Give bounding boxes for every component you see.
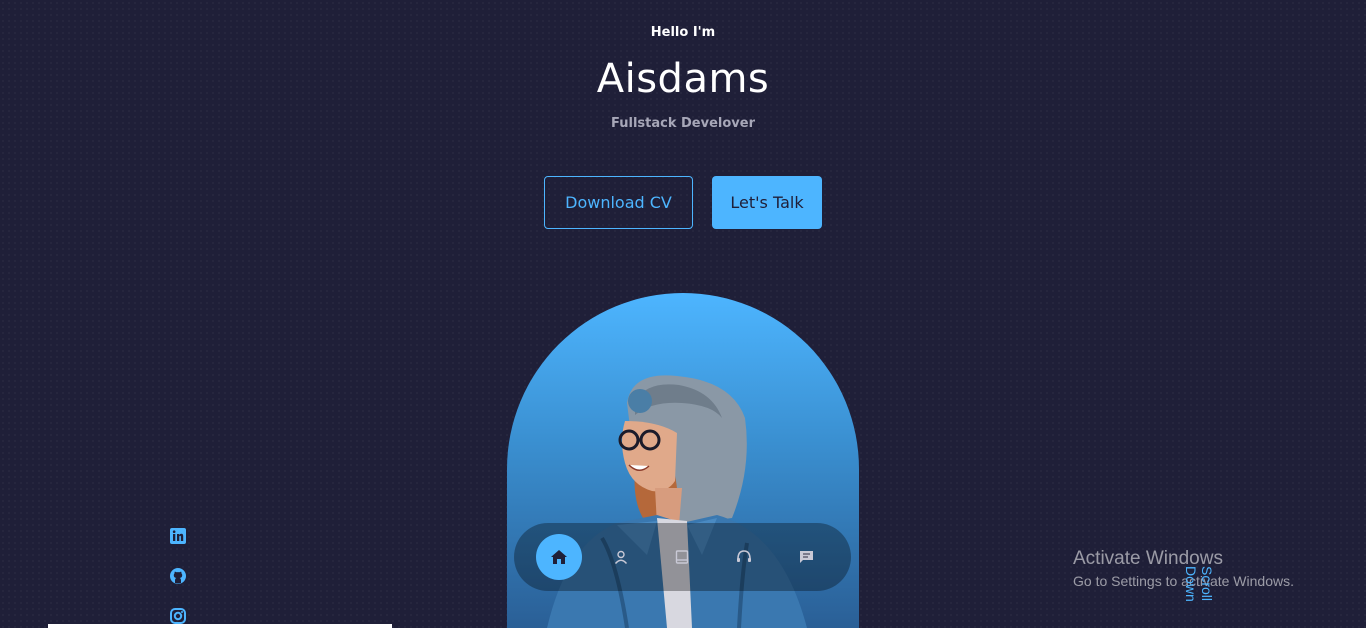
hero-role: Fullstack Develover: [611, 116, 755, 131]
github-icon: [170, 568, 186, 584]
nav-experience[interactable]: [659, 534, 705, 580]
greeting-text: Hello I'm: [650, 25, 716, 40]
book-icon: [676, 550, 689, 564]
bottom-nav: [514, 523, 851, 591]
github-link[interactable]: [170, 568, 188, 586]
nav-home[interactable]: [535, 534, 582, 580]
download-cv-button[interactable]: Download CV: [544, 176, 693, 229]
headset-icon: [737, 550, 752, 562]
nav-services[interactable]: [721, 534, 767, 580]
instagram-icon: [170, 608, 186, 624]
user-icon: [614, 550, 627, 564]
linkedin-icon: [170, 528, 186, 544]
message-icon: [799, 551, 813, 563]
taskbar-strip: [48, 624, 392, 628]
scroll-down-link[interactable]: Scroll Down: [1183, 566, 1215, 628]
home-icon: [550, 550, 567, 564]
lets-talk-button[interactable]: Let's Talk: [712, 176, 822, 229]
hero-name: Aisdams: [596, 56, 770, 102]
nav-contact[interactable]: [783, 534, 829, 580]
nav-about[interactable]: [598, 534, 644, 580]
linkedin-link[interactable]: [170, 528, 188, 546]
